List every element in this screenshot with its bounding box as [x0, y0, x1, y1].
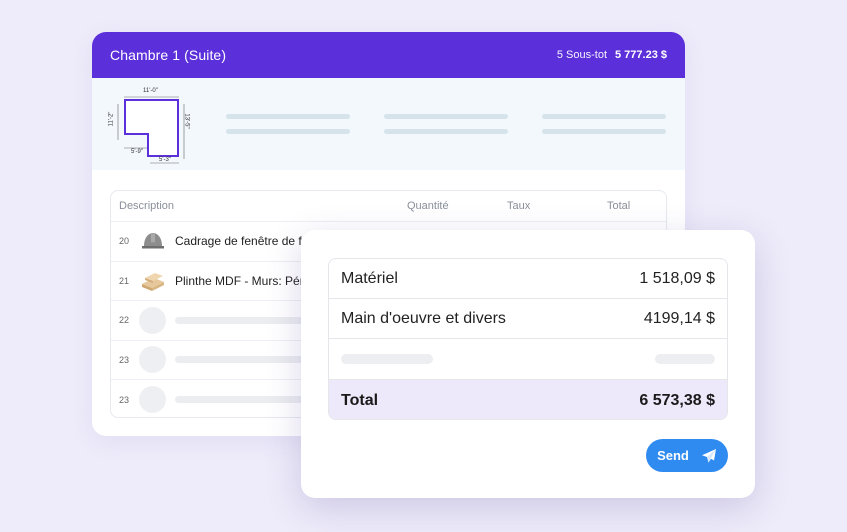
dim-right: 13'-5" [183, 113, 190, 129]
placeholder-icon [139, 346, 166, 374]
send-label: Send [657, 448, 689, 463]
summary-row-total: Total 6 573,38 $ [329, 380, 727, 419]
skeleton-line [542, 129, 666, 134]
dim-bottom-inner: 5'-9" [131, 149, 143, 155]
skeleton-line [341, 354, 433, 364]
column-total: Total [607, 200, 631, 212]
table-header: Description Quantité Taux Total [111, 191, 666, 222]
total-label: Total [341, 391, 379, 409]
summary-row-skeleton [329, 339, 727, 380]
skeleton-line [175, 396, 315, 404]
placeholder-icon [139, 386, 166, 414]
subtotal: 5 Sous-tot 5 777.23 $ [557, 49, 667, 61]
skeleton-line [384, 129, 508, 134]
row-number: 23 [119, 354, 130, 365]
skeleton-line [384, 114, 508, 119]
summary-value: 1 518,09 $ [639, 269, 715, 287]
placeholder-icon [139, 306, 166, 334]
dim-left: 11'-2" [108, 111, 115, 127]
summary-row-material: Matériel 1 518,09 $ [329, 259, 727, 299]
total-value: 6 573,38 $ [639, 391, 715, 409]
room-header: Chambre 1 (Suite) 5 Sous-tot 5 777.23 $ [92, 32, 685, 78]
skeleton-line [226, 114, 350, 119]
skeleton-line [175, 356, 315, 364]
summary-table: Matériel 1 518,09 $ Main d'oeuvre et div… [328, 258, 728, 420]
send-button[interactable]: Send [646, 439, 728, 472]
hard-hat-icon [139, 228, 166, 255]
summary-card: Matériel 1 518,09 $ Main d'oeuvre et div… [301, 230, 755, 498]
row-description: Cadrage de fenêtre de f [175, 234, 302, 249]
dim-bottom-outer: 5'-3" [159, 157, 171, 163]
row-number: 23 [119, 394, 130, 405]
row-number: 22 [119, 315, 130, 326]
room-title: Chambre 1 (Suite) [110, 47, 227, 63]
subtotal-value: 5 777.23 $ [615, 49, 667, 61]
floor-plan-diagram [117, 96, 185, 164]
row-number: 20 [119, 236, 130, 247]
column-quantity: Quantité [407, 200, 449, 212]
summary-value: 4199,14 $ [643, 309, 715, 327]
dim-top: 11'-0" [143, 88, 158, 94]
summary-row-labour: Main d'oeuvre et divers 4199,14 $ [329, 299, 727, 339]
column-rate: Taux [507, 200, 531, 212]
skeleton-line [655, 354, 715, 364]
skeleton-line [226, 129, 350, 134]
row-number: 21 [119, 275, 130, 286]
floor-plan-area: 11'-0" 11'-2" 13'-5" 5'-9" 5'-3" [92, 78, 685, 170]
summary-label: Main d'oeuvre et divers [341, 309, 506, 327]
column-description: Description [119, 200, 175, 212]
row-description: Plinthe MDF - Murs: Pér [175, 273, 304, 288]
summary-label: Matériel [341, 269, 398, 287]
wood-planks-icon [139, 267, 166, 294]
subtotal-label: 5 Sous-tot [556, 49, 607, 61]
skeleton-line [542, 114, 666, 119]
paper-plane-icon [701, 448, 716, 462]
skeleton-line [175, 316, 315, 324]
